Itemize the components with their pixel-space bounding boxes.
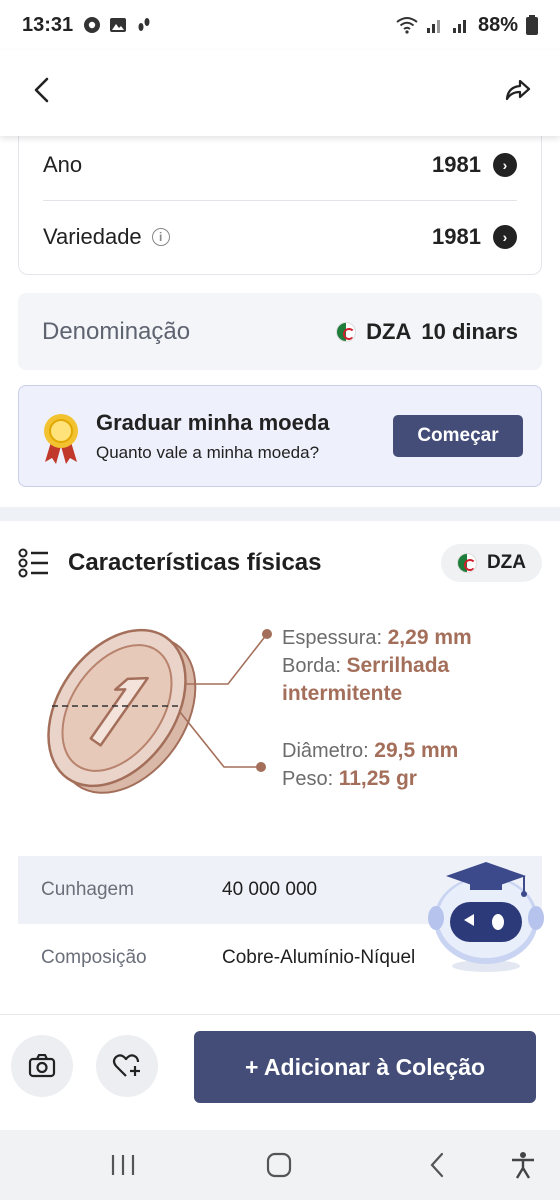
start-button[interactable]: Começar [393, 415, 523, 457]
table-value: 40 000 000 [222, 879, 318, 900]
accessibility-icon [512, 1152, 534, 1179]
country-pill: DZA [440, 544, 542, 582]
chevron-right-icon: › [493, 153, 517, 177]
algeria-flag-icon [456, 553, 477, 573]
denomination-value-group: DZA 10 dinars [336, 319, 518, 345]
bottom-action-bar: + Adicionar à Coleção [0, 1014, 560, 1130]
table-value: Cobre-Alumínio-Níquel [222, 947, 416, 968]
table-key: Composição [41, 947, 147, 968]
weight-label: Peso: [282, 768, 334, 790]
grade-subtitle: Quanto vale a minha moeda? [96, 443, 320, 462]
coin-illustration [47, 628, 272, 794]
top-nav-bar [0, 50, 560, 136]
thickness-line: Espessura: 2,29 mm [282, 624, 472, 652]
edge-label: Borda: [282, 655, 341, 677]
share-icon [505, 79, 531, 101]
signal-icon [426, 20, 440, 33]
chevron-right-icon: › [493, 225, 517, 249]
heart-plus-icon [112, 1054, 140, 1077]
camera-icon [28, 1054, 56, 1078]
variedade-value: 1981 [432, 224, 481, 249]
list-icon [18, 548, 48, 578]
assistant-robot-icon[interactable] [424, 858, 544, 978]
share-button[interactable] [498, 70, 538, 110]
row-ano[interactable]: Ano 1981 › [43, 130, 517, 200]
edge-line-2: intermitente [282, 680, 472, 708]
grade-coin-card: Graduar minha moeda Quanto vale a minha … [18, 385, 542, 487]
home-button[interactable] [266, 1148, 292, 1182]
system-navigation-bar [0, 1130, 560, 1200]
wishlist-button[interactable] [96, 1035, 158, 1097]
diameter-label: Diâmetro: [282, 740, 369, 762]
edge-value-2: intermitente [282, 682, 403, 705]
battery-icon [526, 15, 538, 35]
diameter-line: Diâmetro: 29,5 mm [282, 737, 458, 765]
edge-line: Borda: Serrilhada [282, 652, 472, 680]
back-arrow-icon [430, 1152, 444, 1178]
thickness-label: Espessura: [282, 627, 383, 649]
medal-icon [44, 414, 78, 464]
denomination-value: 10 dinars [421, 318, 518, 344]
divider [43, 200, 517, 201]
battery-percent: 88% [477, 13, 518, 36]
system-back-button[interactable] [428, 1148, 446, 1182]
coin-diagram: Espessura: 2,29 mm Borda: Serrilhada int… [0, 600, 560, 840]
recent-apps-button[interactable] [110, 1148, 136, 1182]
grade-title: Graduar minha moeda [96, 410, 330, 435]
chevron-left-icon [34, 77, 49, 103]
camera-button[interactable] [11, 1035, 73, 1097]
spec-bottom: Diâmetro: 29,5 mm Peso: 11,25 gr [282, 737, 458, 793]
info-icon[interactable]: i [151, 228, 170, 246]
recent-apps-icon [111, 1155, 135, 1175]
section-separator [0, 507, 560, 521]
steps-icon [138, 18, 150, 31]
spec-top: Espessura: 2,29 mm Borda: Serrilhada int… [282, 624, 472, 708]
physical-header: Características físicas DZA [18, 540, 542, 586]
accessibility-button[interactable] [510, 1148, 536, 1182]
physical-title: Características físicas [68, 549, 322, 576]
wifi-icon [396, 17, 418, 34]
home-icon [266, 1152, 292, 1178]
thickness-value: 2,29 mm [387, 626, 472, 649]
variedade-label: Variedade [43, 224, 142, 249]
diameter-value: 29,5 mm [374, 739, 459, 762]
denomination-label: Denominação [42, 317, 191, 345]
algeria-flag-icon [336, 321, 357, 342]
weight-line: Peso: 11,25 gr [282, 765, 458, 793]
table-key: Cunhagem [41, 879, 134, 900]
ano-label: Ano [43, 152, 83, 177]
status-time: 13:31 [22, 13, 74, 36]
coin-details-card: Ano 1981 › Variedade i 1981 › [18, 120, 542, 275]
signal-icon-2 [452, 20, 466, 33]
status-bar: 13:31 88% [0, 0, 560, 50]
back-button[interactable] [22, 70, 62, 110]
gallery-icon [110, 18, 127, 32]
ano-value: 1981 [432, 152, 481, 177]
variedade-label-group: Variedade i [43, 224, 170, 250]
weight-value: 11,25 gr [338, 767, 417, 790]
edge-value: Serrilhada [346, 654, 450, 677]
denomination-row: Denominação DZA 10 dinars [18, 293, 542, 370]
row-variedade[interactable]: Variedade i 1981 › [43, 202, 517, 272]
status-notification-icons [83, 16, 153, 34]
chrome-icon [84, 17, 101, 33]
denomination-country: DZA [366, 318, 412, 344]
add-to-collection-button[interactable]: + Adicionar à Coleção [194, 1031, 536, 1103]
country-pill-code: DZA [486, 552, 526, 573]
